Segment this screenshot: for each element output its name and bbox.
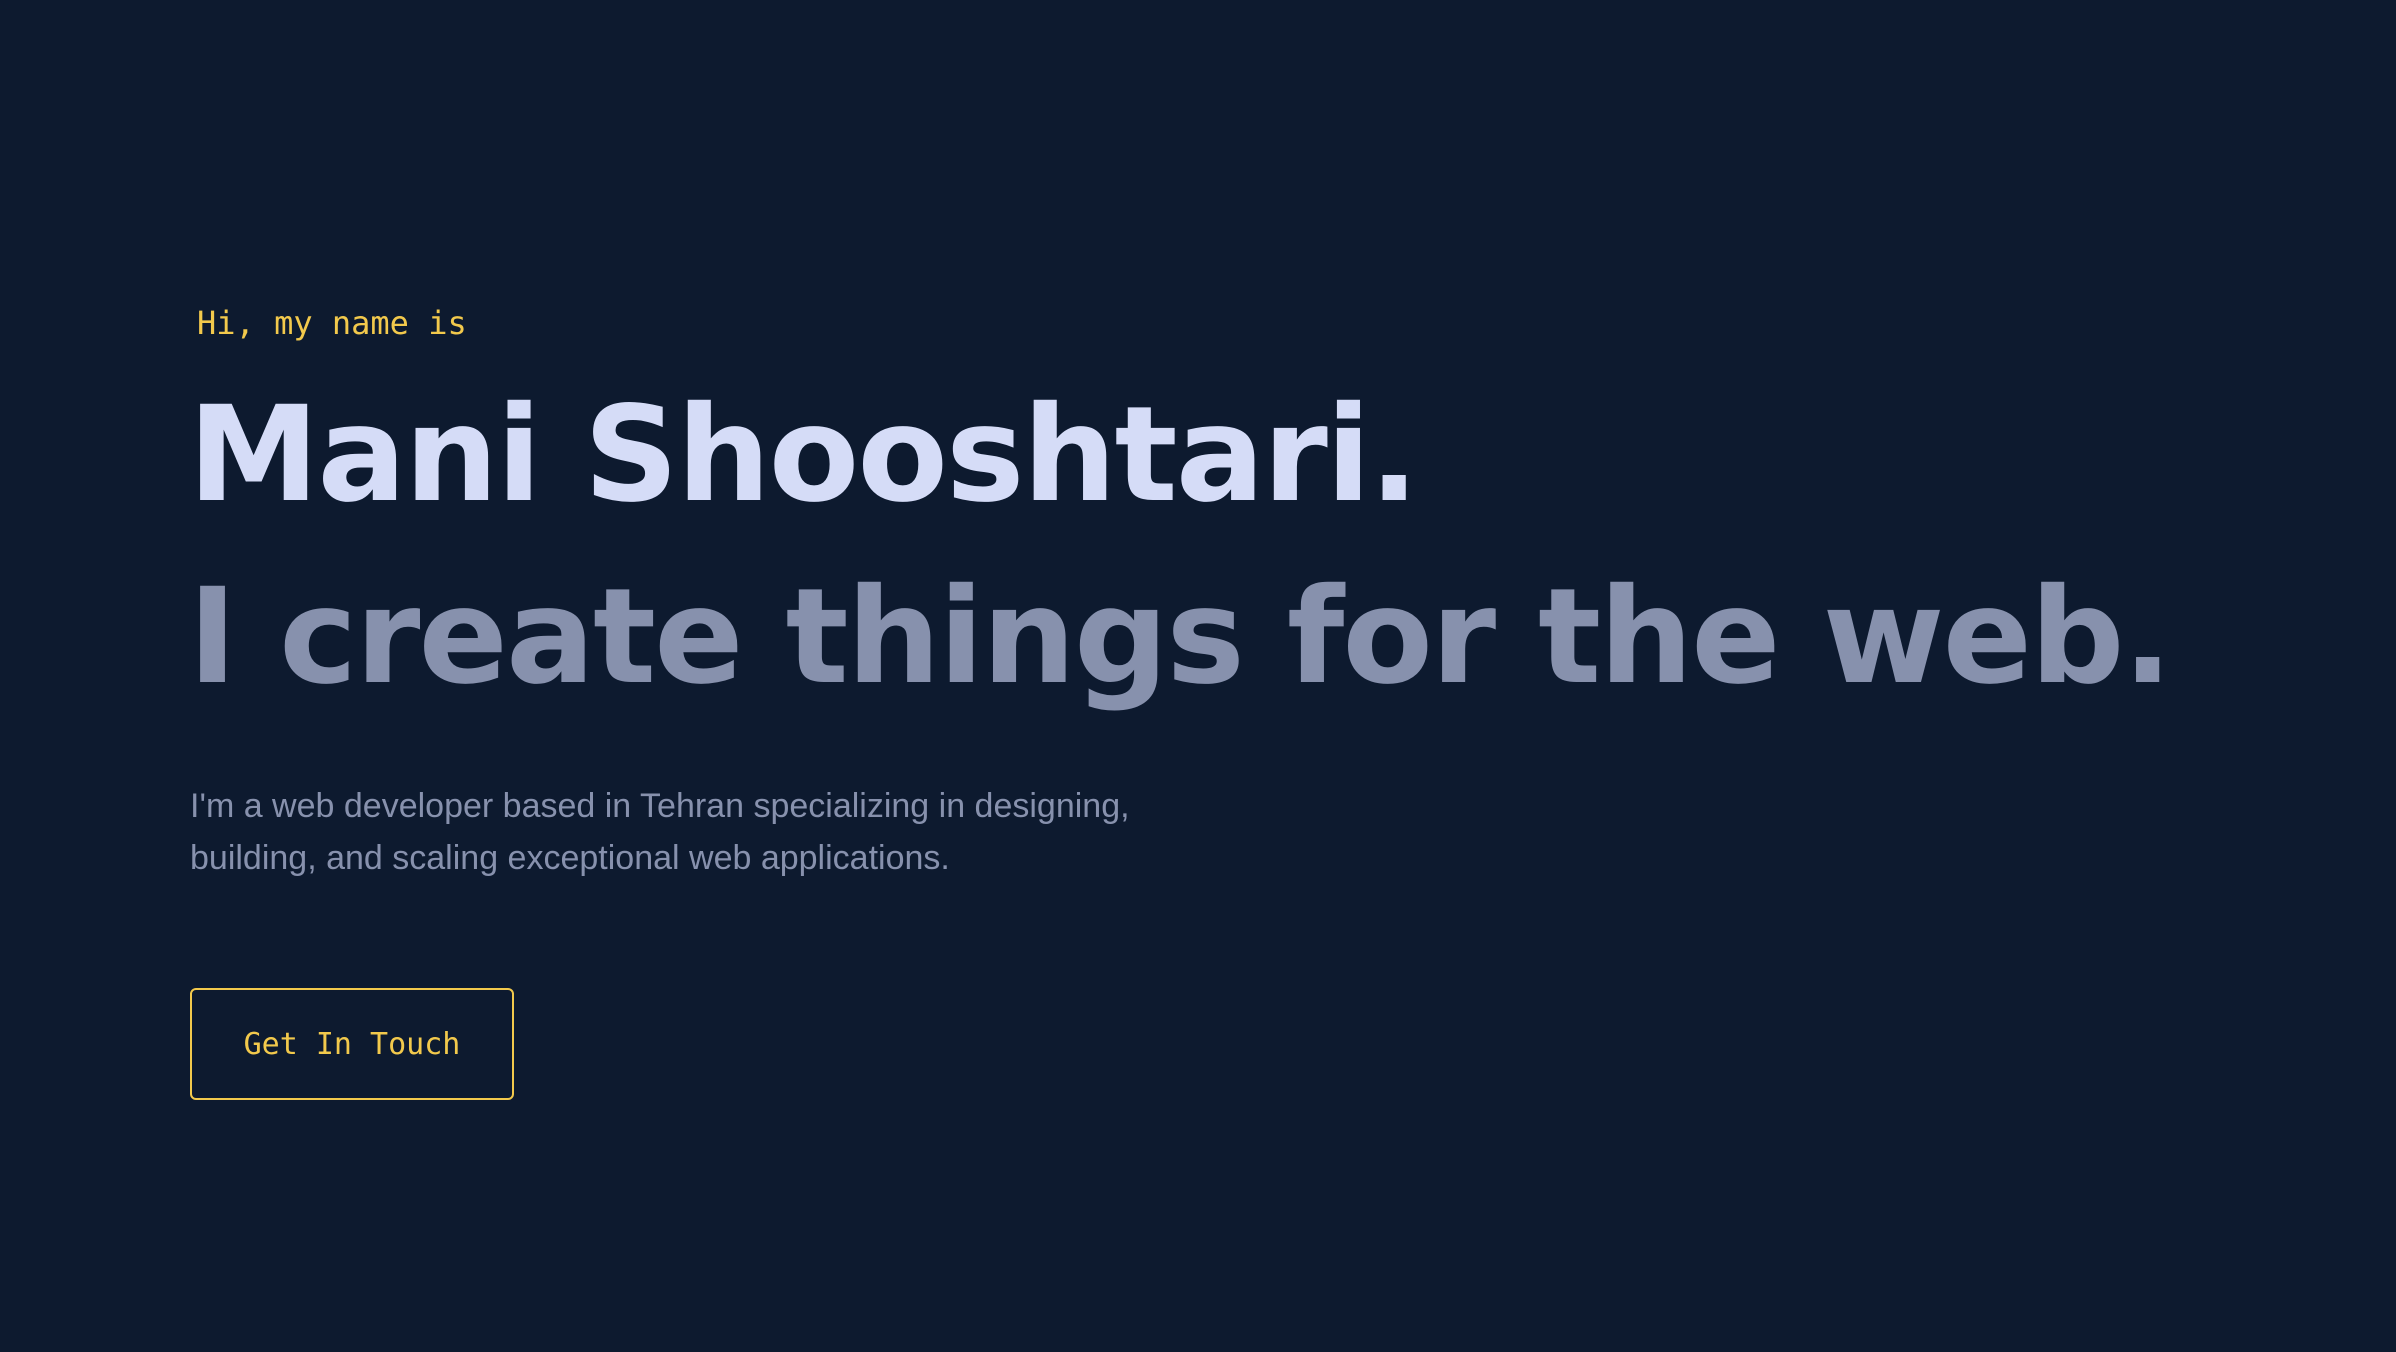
hero-tagline: I create things for the web. <box>188 560 2173 714</box>
get-in-touch-button[interactable]: Get In Touch <box>190 988 514 1100</box>
hero-section: Hi, my name is Mani Shooshtari. I create… <box>0 0 2396 1352</box>
hero-intro: I'm a web developer based in Tehran spec… <box>190 787 1130 877</box>
greeting-text: Hi, my name is <box>197 304 467 342</box>
hero-name: Mani Shooshtari. <box>188 378 1419 532</box>
